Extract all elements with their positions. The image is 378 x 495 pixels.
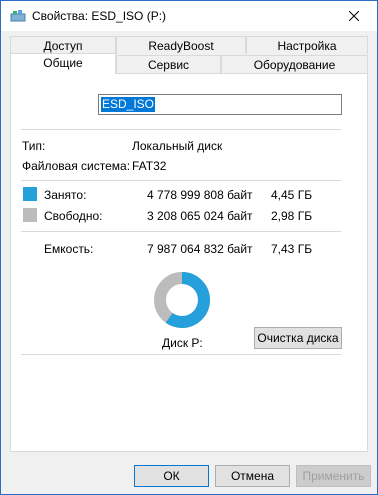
separator — [21, 354, 341, 355]
used-size: 4,45 ГБ — [271, 188, 313, 202]
filesystem-value: FAT32 — [132, 159, 167, 173]
disk-label: Диск P: — [162, 336, 203, 350]
volume-name-text: ESD_ISO — [101, 97, 156, 112]
cancel-button[interactable]: Отмена — [215, 465, 290, 487]
general-panel: ESD_ISO Тип: Локальный диск Файловая сис… — [10, 73, 368, 452]
volume-name-input[interactable]: ESD_ISO — [98, 94, 342, 115]
type-label: Тип: — [22, 139, 46, 153]
separator — [21, 231, 341, 232]
tab-tools[interactable]: Сервис — [116, 55, 221, 73]
drive-icon — [10, 10, 26, 22]
disk-usage-donut — [154, 272, 210, 328]
used-label: Занято: — [44, 188, 87, 202]
title-bar[interactable]: Свойства: ESD_ISO (P:) — [1, 1, 377, 31]
close-button[interactable] — [331, 1, 377, 31]
free-bytes: 3 208 065 024 байт — [147, 209, 253, 223]
filesystem-label: Файловая система: — [22, 159, 131, 173]
free-color-swatch — [23, 208, 37, 222]
type-value: Локальный диск — [132, 139, 223, 153]
separator — [21, 180, 341, 181]
capacity-bytes: 7 987 064 832 байт — [147, 242, 253, 256]
tab-access[interactable]: Доступ — [10, 36, 116, 54]
tab-hardware[interactable]: Оборудование — [221, 55, 368, 73]
properties-window: Свойства: ESD_ISO (P:) Доступ ReadyBoost… — [0, 0, 378, 495]
capacity-label: Емкость: — [44, 242, 94, 256]
window-title: Свойства: ESD_ISO (P:) — [32, 9, 167, 23]
close-icon — [349, 11, 359, 21]
used-color-swatch — [23, 187, 37, 201]
ok-button[interactable]: ОК — [134, 465, 209, 487]
tab-readyboost[interactable]: ReadyBoost — [116, 36, 246, 54]
free-label: Свободно: — [44, 209, 103, 223]
capacity-size: 7,43 ГБ — [271, 242, 313, 256]
disk-cleanup-button[interactable]: Очистка диска — [254, 327, 342, 349]
tab-customize[interactable]: Настройка — [246, 36, 368, 54]
apply-button[interactable]: Применить — [296, 465, 371, 487]
separator — [21, 129, 341, 130]
used-bytes: 4 778 999 808 байт — [147, 188, 253, 202]
tab-general[interactable]: Общие — [10, 53, 116, 74]
free-size: 2,98 ГБ — [271, 209, 313, 223]
